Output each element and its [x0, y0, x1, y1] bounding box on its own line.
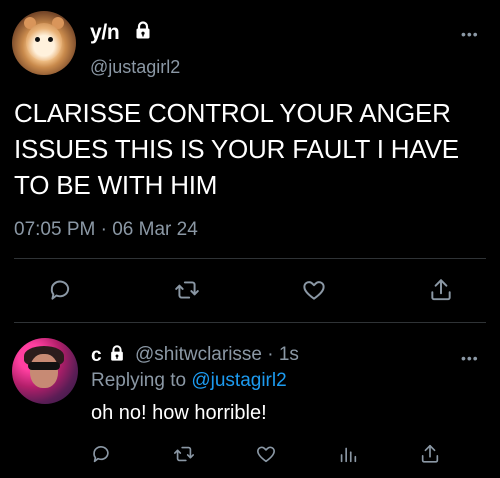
divider: [14, 258, 486, 259]
reply-avatar[interactable]: [12, 338, 78, 404]
replying-prefix: Replying to: [91, 370, 192, 391]
replying-to: Replying to @justagirl2: [91, 370, 287, 392]
avatar[interactable]: [12, 11, 76, 75]
reply-display-name[interactable]: c: [91, 345, 102, 367]
lock-icon: [108, 344, 126, 362]
reply-icon[interactable]: [47, 277, 73, 303]
analytics-icon[interactable]: [337, 443, 359, 465]
avatar-face: [26, 23, 62, 61]
display-name[interactable]: y/n: [90, 21, 120, 45]
tweet-text: CLARISSE CONTROL YOUR ANGER ISSUES THIS …: [14, 98, 459, 200]
reply-text: oh no! how horrible!: [91, 402, 267, 424]
like-icon[interactable]: [255, 443, 277, 465]
reply-icon[interactable]: [90, 443, 112, 465]
reply-handle-time[interactable]: @shitwclarisse · 1s: [135, 344, 299, 366]
like-icon[interactable]: [301, 277, 327, 303]
share-icon[interactable]: [428, 277, 454, 303]
retweet-icon[interactable]: [173, 443, 195, 465]
more-options-icon[interactable]: •••: [461, 350, 479, 366]
retweet-icon[interactable]: [174, 277, 200, 303]
tweet-timestamp[interactable]: 07:05 PM · 06 Mar 24: [14, 219, 198, 241]
replying-to-link[interactable]: @justagirl2: [191, 370, 286, 391]
share-icon[interactable]: [419, 443, 441, 465]
lock-icon: [133, 20, 153, 40]
username-handle[interactable]: @justagirl2: [90, 57, 180, 78]
divider: [14, 322, 486, 323]
more-options-icon[interactable]: •••: [461, 26, 479, 42]
